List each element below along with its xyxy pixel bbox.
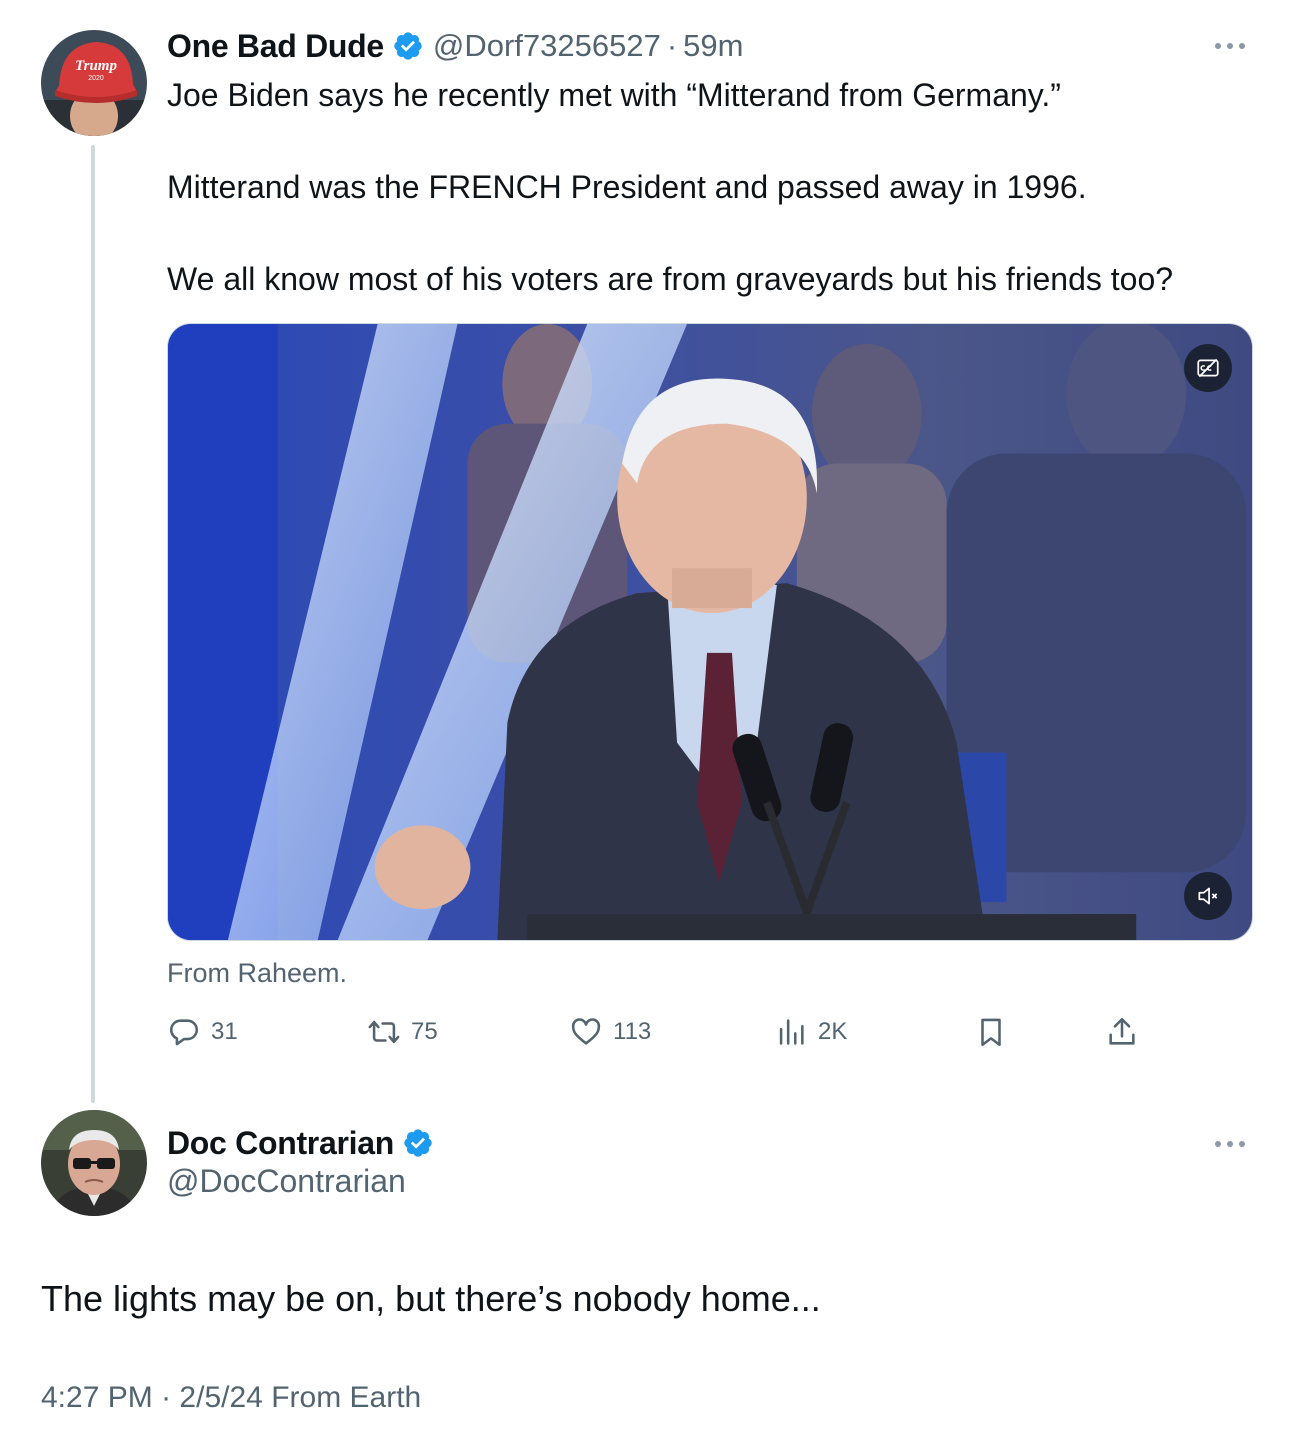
reply-bubble-icon: [169, 1019, 199, 1046]
reply-count: 31: [211, 1018, 238, 1045]
views-count: 2K: [818, 1018, 848, 1045]
reply-tweet-time[interactable]: 4:27 PM: [41, 1381, 153, 1414]
thread-connector-line: [91, 145, 95, 1103]
header-separator: ·: [666, 28, 678, 63]
tweet-text-line-3: We all know most of his voters are from …: [167, 261, 1174, 297]
tweet2-header: Doc Contrarian: [167, 1121, 434, 1165]
tweet-text-line-1: Joe Biden says he recently met with “Mit…: [167, 77, 1061, 113]
bookmark-icon: [981, 1018, 1001, 1047]
video-player[interactable]: [167, 323, 1253, 941]
tweet1-text: Joe Biden says he recently met with “Mit…: [167, 72, 1257, 302]
tweet-action-bar: 31 75 113 2K: [167, 1012, 1157, 1052]
captions-off-icon[interactable]: [1184, 344, 1232, 392]
muted-speaker-icon[interactable]: [1184, 872, 1232, 920]
reply-tweet-text: The lights may be on, but there’s nobody…: [41, 1278, 821, 1319]
tweet-text-line-2: Mitterand was the FRENCH President and p…: [167, 169, 1087, 205]
author-handle[interactable]: @Dorf73256527: [433, 28, 661, 64]
tweet-time[interactable]: 59m: [683, 28, 743, 64]
reply-author-avatar[interactable]: [41, 1110, 147, 1216]
more-dots-icon[interactable]: [1215, 1140, 1245, 1148]
reply-author-handle[interactable]: @DocContrarian: [167, 1163, 406, 1200]
meta-separator: ·: [161, 1381, 172, 1414]
bookmark-button[interactable]: [974, 1012, 1008, 1052]
video-frame: [168, 324, 1252, 940]
reply-author-display-name[interactable]: Doc Contrarian: [167, 1125, 394, 1162]
reply-tweet-meta: 4:27 PM · 2/5/24 From Earth: [41, 1381, 421, 1415]
views-bars-icon: [779, 1019, 804, 1045]
media-caption: From Raheem.: [167, 958, 348, 988]
author-display-name[interactable]: One Bad Dude: [167, 28, 384, 65]
share-button[interactable]: [1105, 1012, 1139, 1052]
like-button[interactable]: 113: [569, 1012, 651, 1052]
author-avatar[interactable]: Trump 2020: [41, 30, 147, 136]
retweet-count: 75: [411, 1018, 438, 1045]
verified-badge-icon[interactable]: [402, 1127, 434, 1159]
reply-button[interactable]: 31: [167, 1012, 238, 1052]
like-count: 113: [613, 1018, 652, 1045]
share-upload-icon: [1109, 1017, 1135, 1045]
verified-badge-icon[interactable]: [392, 30, 424, 62]
hat-year: 2020: [88, 75, 104, 82]
retweet-button[interactable]: 75: [367, 1012, 438, 1052]
tweet1-header: One Bad Dude @Dorf73256527 · 59m: [167, 24, 743, 68]
hat-text: Trump: [75, 58, 117, 74]
retweet-icon: [368, 1020, 400, 1044]
heart-icon: [571, 1018, 601, 1045]
more-dots-icon[interactable]: [1215, 42, 1245, 50]
views-button[interactable]: 2K: [774, 1012, 847, 1052]
reply-tweet-date[interactable]: 2/5/24: [179, 1381, 262, 1414]
reply-tweet-source: From Earth: [271, 1381, 422, 1414]
